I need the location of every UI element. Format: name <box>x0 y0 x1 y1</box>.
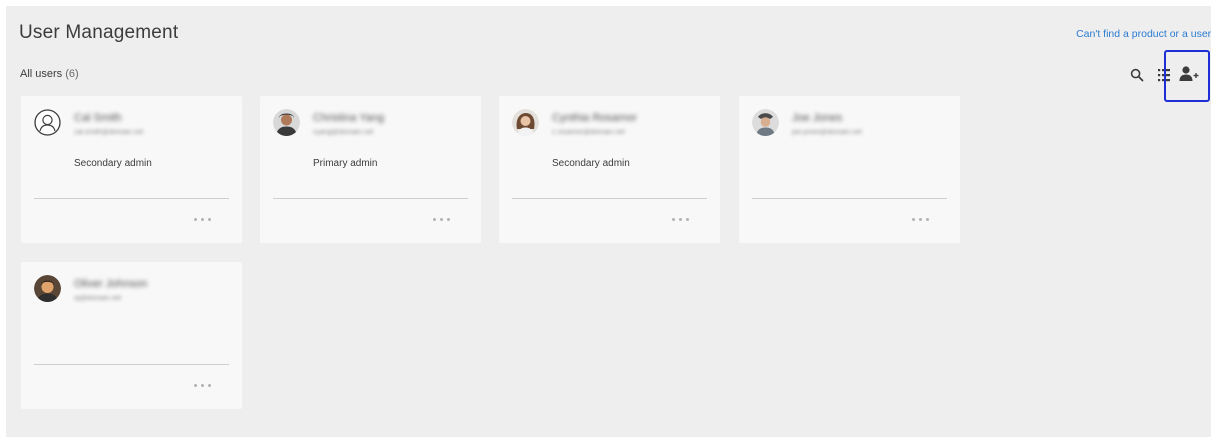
all-users-header: All users (6) <box>20 68 79 80</box>
card-divider <box>512 198 707 199</box>
more-options-icon[interactable] <box>672 218 702 226</box>
card-divider <box>34 198 229 199</box>
user-card[interactable]: Joe Jones joe.jones@domain.net <box>739 96 960 243</box>
search-icon[interactable] <box>1130 68 1144 82</box>
user-management-panel: User Management Can't find a product or … <box>6 6 1211 437</box>
user-email: joe.jones@domain.net <box>792 129 862 136</box>
user-name: Cynthia Rosamor <box>552 112 637 124</box>
all-users-label: All users <box>20 68 63 80</box>
user-name: Oliver Johnson <box>74 278 148 290</box>
user-photo-avatar <box>512 109 539 136</box>
user-count: (6) <box>65 68 79 80</box>
page-title: User Management <box>19 22 179 43</box>
user-photo-avatar <box>273 109 300 136</box>
user-outline-avatar-icon <box>34 109 61 136</box>
user-email: oj@domain.net <box>74 295 122 302</box>
add-user-icon[interactable] <box>1178 65 1200 83</box>
user-role: Primary admin <box>313 158 378 169</box>
user-photo-avatar <box>752 109 779 136</box>
more-options-icon[interactable] <box>194 384 224 392</box>
help-link[interactable]: Can't find a product or a user? <box>1076 28 1211 40</box>
user-card[interactable]: Oliver Johnson oj@domain.net <box>21 262 242 409</box>
user-name: Joe Jones <box>792 112 843 124</box>
user-card[interactable]: Cal Smith cal.smith@domain.net Secondary… <box>21 96 242 243</box>
user-card[interactable]: Cynthia Rosamor c.rosamor@domain.net Sec… <box>499 96 720 243</box>
card-divider <box>752 198 947 199</box>
card-divider <box>273 198 468 199</box>
user-name: Christina Yang <box>313 112 385 124</box>
user-email: cal.smith@domain.net <box>74 129 144 136</box>
more-options-icon[interactable] <box>194 218 224 226</box>
user-card[interactable]: Christina Yang cyang@domain.net Primary … <box>260 96 481 243</box>
user-email: c.rosamor@domain.net <box>552 129 625 136</box>
more-options-icon[interactable] <box>433 218 463 226</box>
more-options-icon[interactable] <box>912 218 942 226</box>
user-name: Cal Smith <box>74 112 122 124</box>
card-divider <box>34 364 229 365</box>
user-email: cyang@domain.net <box>313 129 374 136</box>
user-photo-avatar <box>34 275 61 302</box>
user-role: Secondary admin <box>74 158 152 169</box>
user-role: Secondary admin <box>552 158 630 169</box>
